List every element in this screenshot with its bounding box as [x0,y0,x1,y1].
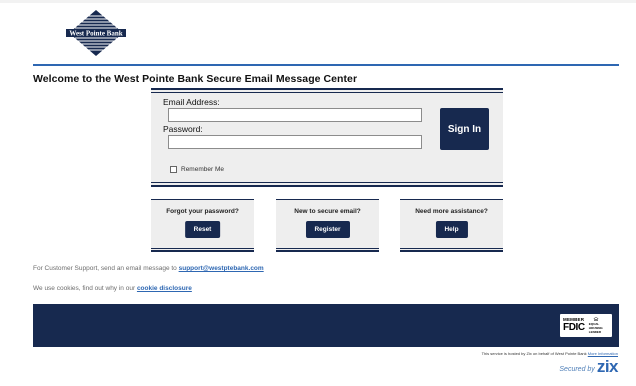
help-button[interactable]: Help [435,221,468,238]
register-card: New to secure email? Register [276,199,379,252]
register-button[interactable]: Register [305,221,350,238]
help-title: Need more assistance? [415,208,488,215]
cookie-disclosure-link[interactable]: cookie disclosure [137,285,192,292]
remember-me-checkbox[interactable] [170,166,177,173]
secured-by-text: Secured by [559,366,595,373]
reset-button[interactable]: Reset [184,221,221,238]
sign-in-button[interactable]: Sign In [440,108,489,150]
top-border [0,0,636,3]
equal-housing-label: EQUAL HOUSING LENDER [588,322,603,334]
remember-me[interactable]: Remember Me [170,166,224,173]
fdic-logo: MEMBER FDIC EQUAL HOUSING LENDER [560,314,612,337]
email-label: Email Address: [163,97,220,107]
password-input[interactable] [168,135,422,149]
password-label: Password: [163,124,203,134]
register-title: New to secure email? [294,208,361,215]
bank-logo-icon: West Pointe Bank [66,10,126,56]
page-title: Welcome to the West Pointe Bank Secure E… [33,73,358,85]
more-information-link[interactable]: More Information [588,351,618,356]
forgot-password-title: Forgot your password? [166,208,239,215]
bank-logo: West Pointe Bank [65,10,127,56]
footer-band: MEMBER FDIC EQUAL HOUSING LENDER [33,304,619,347]
support-email-link[interactable]: support@westptebank.com [179,265,264,272]
fdic-name-text: FDIC [563,321,585,333]
login-panel: Email Address: Password: Sign In Remembe… [151,88,503,187]
hosted-text: This service is hosted by Zix on behalf … [481,351,618,356]
zix-logo: Secured by zix [559,358,618,375]
cookie-text: We use cookies, find out why in our cook… [33,285,192,292]
help-card: Need more assistance? Help [400,199,503,252]
header-divider [33,64,619,66]
equal-housing-icon: EQUAL HOUSING LENDER [589,317,604,334]
email-input[interactable] [168,108,422,122]
logo-text: West Pointe Bank [69,30,122,38]
forgot-password-card: Forgot your password? Reset [151,199,254,252]
support-text: For Customer Support, send an email mess… [33,265,264,272]
remember-me-label: Remember Me [181,166,224,173]
zix-wordmark: zix [596,357,619,376]
